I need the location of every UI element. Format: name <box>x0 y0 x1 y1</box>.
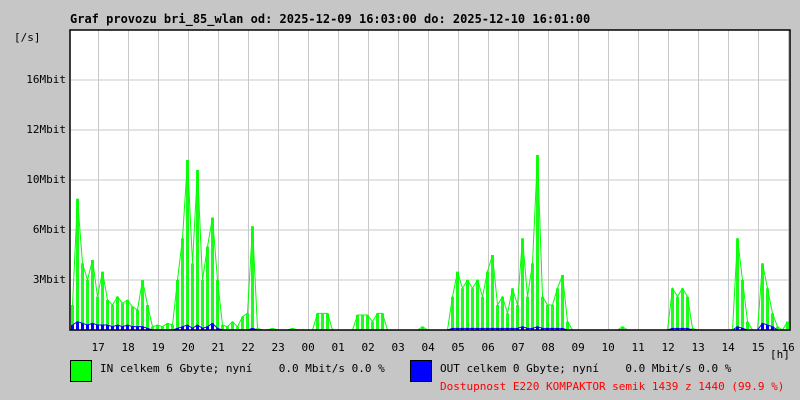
x-tick-label: 01 <box>331 341 345 354</box>
x-tick-label: 12 <box>661 341 675 354</box>
x-tick-label: 18 <box>121 341 135 354</box>
x-tick-label: 10 <box>601 341 615 354</box>
in-data-bar <box>366 315 369 330</box>
y-tick-label: 6Mbit <box>32 223 66 236</box>
in-data-bar <box>86 280 89 330</box>
in-data-bar <box>466 280 469 330</box>
y-tick-label: 10Mbit <box>26 173 66 186</box>
x-tick-label: 11 <box>631 341 645 354</box>
in-data-bar <box>461 288 464 330</box>
in-data-bar <box>551 305 554 330</box>
in-data-bar <box>496 305 499 330</box>
in-data-bar <box>81 263 84 330</box>
in-data-bar <box>471 288 474 330</box>
x-tick-label: 14 <box>721 341 735 354</box>
x-tick-label: 02 <box>361 341 375 354</box>
availability-text: Dostupnost E220 KOMPAKTOR semik 1439 z 1… <box>440 380 785 393</box>
in-legend-swatch <box>70 360 92 382</box>
in-data-bar <box>371 321 374 330</box>
in-data-bar <box>321 313 324 330</box>
in-data-bar <box>476 280 479 330</box>
x-tick-label: 06 <box>481 341 495 354</box>
in-data-bar <box>456 271 459 330</box>
in-legend-text: IN celkem 6 Gbyte; nyní 0.0 Mbit/s 0.0 % <box>100 362 385 375</box>
x-tick-label: 07 <box>511 341 525 354</box>
traffic-graph: Graf provozu bri_85_wlan od: 2025-12-09 … <box>0 0 800 400</box>
y-tick-label: 3Mbit <box>32 273 66 286</box>
in-data-bar <box>546 305 549 330</box>
x-tick-label: 05 <box>451 341 465 354</box>
y-tick-label: 12Mbit <box>26 123 66 136</box>
in-data-bar <box>506 313 509 330</box>
in-data-bar <box>191 263 194 330</box>
in-data-bar <box>681 288 684 330</box>
in-data-bar <box>486 271 489 330</box>
x-tick-label: 17 <box>91 341 105 354</box>
in-data-bar <box>201 280 204 330</box>
in-data-bar <box>556 288 559 330</box>
in-data-bar <box>526 296 529 330</box>
x-tick-label: 13 <box>691 341 705 354</box>
x-tick-label: 09 <box>571 341 585 354</box>
x-tick-label: 15 <box>751 341 765 354</box>
in-data-bar <box>541 296 544 330</box>
in-data-bar <box>206 246 209 330</box>
out-data-bar <box>91 323 94 330</box>
x-tick-label: 04 <box>421 341 435 354</box>
x-tick-label: 21 <box>211 341 225 354</box>
in-data-bar <box>481 296 484 330</box>
x-tick-label: 08 <box>541 341 555 354</box>
in-data-bar <box>361 315 364 330</box>
x-tick-label: 22 <box>241 341 255 354</box>
in-data-bar <box>676 296 679 330</box>
x-tick-label: 20 <box>181 341 195 354</box>
in-data-bar <box>246 313 249 330</box>
x-tick-label: 03 <box>391 341 405 354</box>
out-legend-swatch <box>410 360 432 382</box>
x-tick-label: 23 <box>271 341 285 354</box>
x-tick-label: 00 <box>301 341 315 354</box>
in-data-bar <box>516 305 519 330</box>
x-tick-label: 19 <box>151 341 165 354</box>
y-tick-label: 16Mbit <box>26 73 66 86</box>
out-legend-text: OUT celkem 0 Gbyte; nyní 0.0 Mbit/s 0.0 … <box>440 362 732 375</box>
in-data-bar <box>181 238 184 330</box>
x-tick-label: 16 <box>781 341 795 354</box>
plot-area <box>69 29 791 331</box>
out-data-bar <box>81 323 84 330</box>
